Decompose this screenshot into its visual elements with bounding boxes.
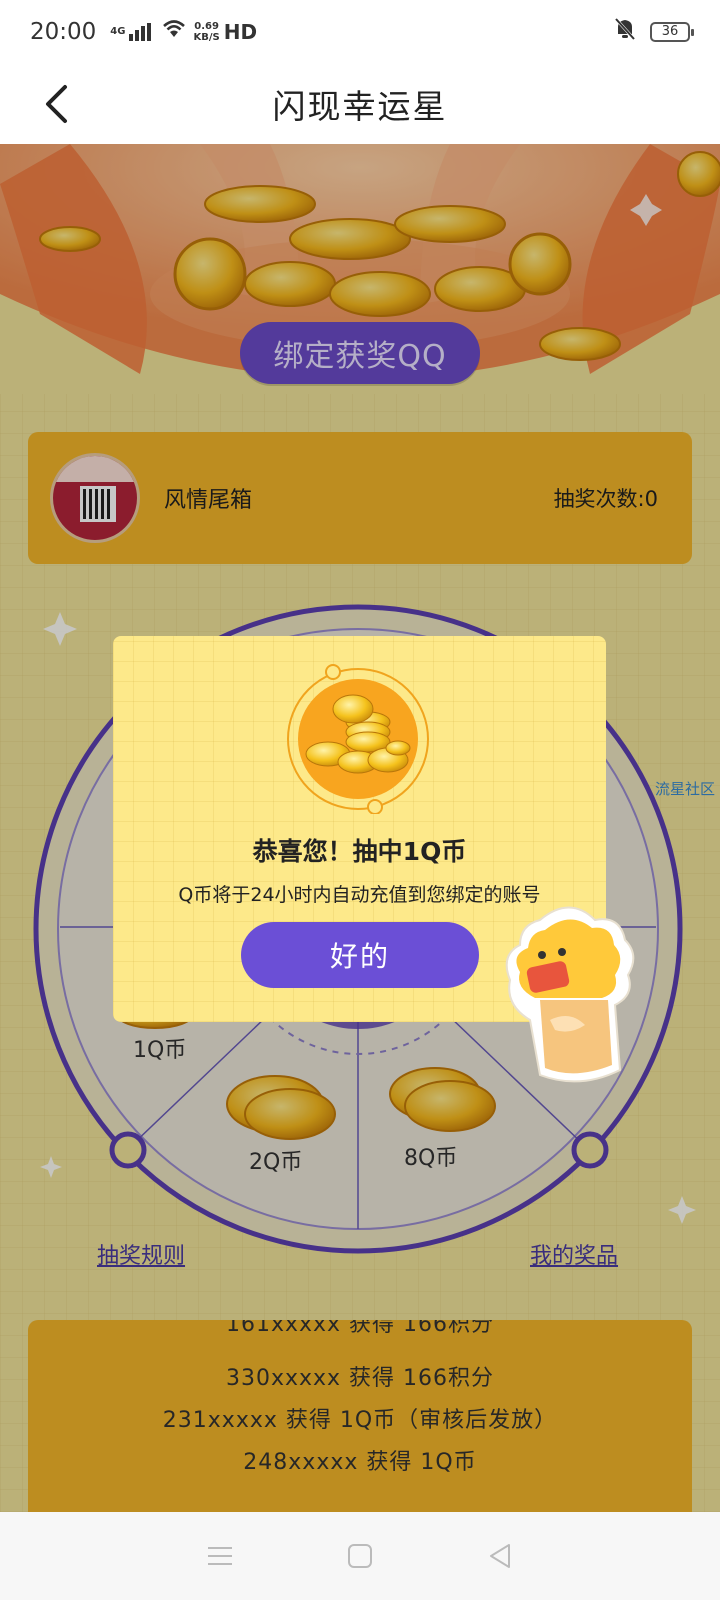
- back-button[interactable]: [30, 78, 82, 130]
- chevron-left-icon: [46, 85, 67, 123]
- page-title: 闪现幸运星: [272, 87, 448, 126]
- status-time: 20:00: [30, 19, 97, 45]
- coins-emblem-icon: [287, 664, 429, 814]
- wifi-icon: [161, 19, 187, 45]
- bell-muted-icon: [614, 17, 636, 47]
- speed-value: 0.69: [194, 21, 219, 32]
- home-square-icon: [348, 1544, 372, 1568]
- menu-button[interactable]: [200, 1536, 240, 1576]
- duck-mascot-icon: [505, 906, 635, 1083]
- menu-icon: [208, 1547, 232, 1565]
- speed-unit: KB/S: [193, 32, 220, 43]
- ok-button[interactable]: 好的: [241, 922, 479, 988]
- triangle-back-icon: [490, 1544, 510, 1568]
- home-button[interactable]: [340, 1536, 380, 1576]
- system-nav-bar: [0, 1512, 720, 1600]
- hd-indicator: HD: [223, 20, 258, 44]
- nav-back-button[interactable]: [480, 1536, 520, 1576]
- battery-icon: 36: [650, 22, 694, 42]
- status-bar: 20:00 4G 0.69 KB/S HD 36: [0, 0, 720, 64]
- title-bar: 闪现幸运星: [0, 64, 720, 144]
- network-type: 4G: [110, 26, 126, 37]
- dialog-title: 恭喜您！抽中1Q币: [252, 837, 467, 866]
- network-speed: 0.69 KB/S: [193, 21, 219, 43]
- signal-icon: [129, 23, 152, 41]
